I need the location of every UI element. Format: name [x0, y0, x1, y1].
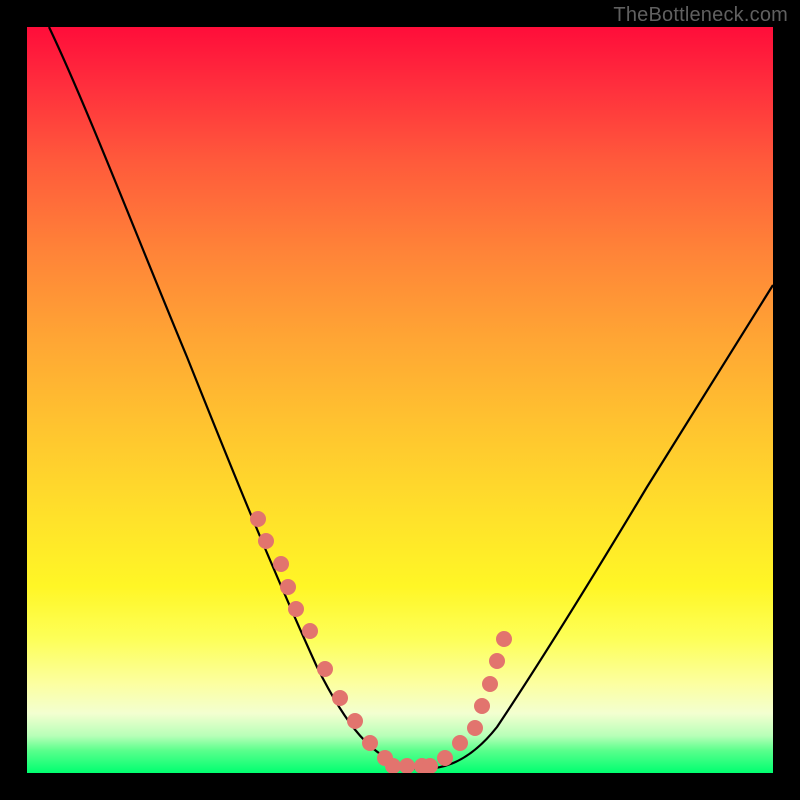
- chart-frame: TheBottleneck.com: [0, 0, 800, 800]
- plot-area: [27, 27, 773, 773]
- bottleneck-curve-path: [49, 27, 773, 769]
- data-dots: [250, 511, 512, 773]
- attribution-label: TheBottleneck.com: [613, 4, 788, 27]
- curve-svg: [27, 27, 773, 773]
